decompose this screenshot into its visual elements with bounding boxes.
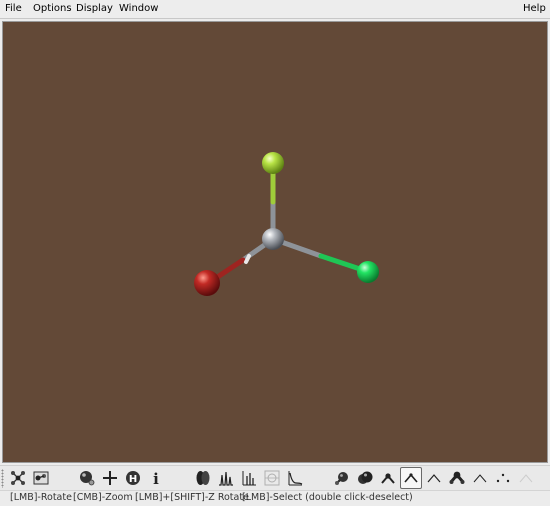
surface-button[interactable] (261, 467, 283, 489)
space-fill-button[interactable] (354, 467, 376, 489)
dots-button[interactable] (492, 467, 514, 489)
tube-button[interactable] (446, 467, 468, 489)
hint-z-rotate: [LMB]+[SHIFT]-Z Rotate (135, 492, 249, 503)
wire-button[interactable] (423, 467, 445, 489)
ball-render-button[interactable] (76, 467, 98, 489)
atom-bromine[interactable] (194, 270, 220, 296)
stick-icon (381, 473, 395, 484)
toolbar-grip[interactable] (1, 469, 4, 488)
disabled-tool-icon (519, 474, 533, 483)
hint-select: [LMB]-Select (double click-deselect) (242, 492, 413, 503)
surface-icon (264, 470, 280, 486)
line-icon (473, 474, 487, 483)
molecule-tree-icon (11, 471, 25, 485)
toolbar: H i (0, 465, 550, 491)
molecule-view-icon (33, 471, 49, 485)
molecule-view-button[interactable] (30, 467, 52, 489)
orbitals-button[interactable] (192, 467, 214, 489)
ball-render-icon (80, 471, 95, 486)
ir-spectrum-button[interactable] (238, 467, 260, 489)
ball-and-stick-button[interactable] (331, 467, 353, 489)
spectrum-button[interactable] (215, 467, 237, 489)
crosshair-button[interactable] (99, 467, 121, 489)
line-button[interactable] (469, 467, 491, 489)
wire-bond-icon (404, 473, 418, 483)
molecule-tree-button[interactable] (7, 467, 29, 489)
svg-text:i: i (153, 470, 159, 486)
info-icon: i (153, 470, 159, 486)
molecule-viewport[interactable] (2, 21, 548, 463)
info-button[interactable]: i (145, 467, 167, 489)
ball-and-stick-icon (335, 472, 348, 485)
menu-options[interactable]: Options (33, 3, 72, 15)
spectrum-icon (219, 471, 233, 486)
molecule-canvas[interactable] (3, 22, 547, 462)
tube-icon (449, 471, 465, 484)
status-bar: [LMB]-Rotate [CMB]-Zoom [LMB]+[SHIFT]-Z … (0, 490, 550, 506)
menu-help[interactable]: Help (523, 3, 546, 15)
hydrogen-button[interactable]: H (122, 467, 144, 489)
svg-text:H: H (129, 474, 137, 485)
space-fill-icon (358, 471, 373, 484)
menu-file[interactable]: File (5, 3, 22, 15)
atom-fluorine[interactable] (357, 261, 379, 283)
hint-zoom: [CMB]-Zoom (73, 492, 133, 503)
crosshair-icon (103, 471, 117, 485)
stick-button[interactable] (377, 467, 399, 489)
hint-rotate: [LMB]-Rotate (10, 492, 72, 503)
atom-chlorine[interactable] (262, 152, 284, 174)
disabled-tool-button[interactable] (515, 467, 537, 489)
menu-window[interactable]: Window (119, 3, 158, 15)
wire-bond-button[interactable] (400, 467, 422, 489)
plot-button[interactable] (284, 467, 306, 489)
dots-icon (496, 473, 510, 483)
menu-bar: File Options Display Window Help (0, 0, 550, 19)
atom-carbon[interactable] (262, 228, 284, 250)
plot-icon (288, 471, 303, 486)
menu-display[interactable]: Display (76, 3, 113, 15)
orbitals-icon (196, 471, 210, 485)
hydrogen-icon: H (126, 471, 140, 485)
ir-spectrum-icon (242, 471, 256, 486)
wire-icon (427, 474, 441, 483)
